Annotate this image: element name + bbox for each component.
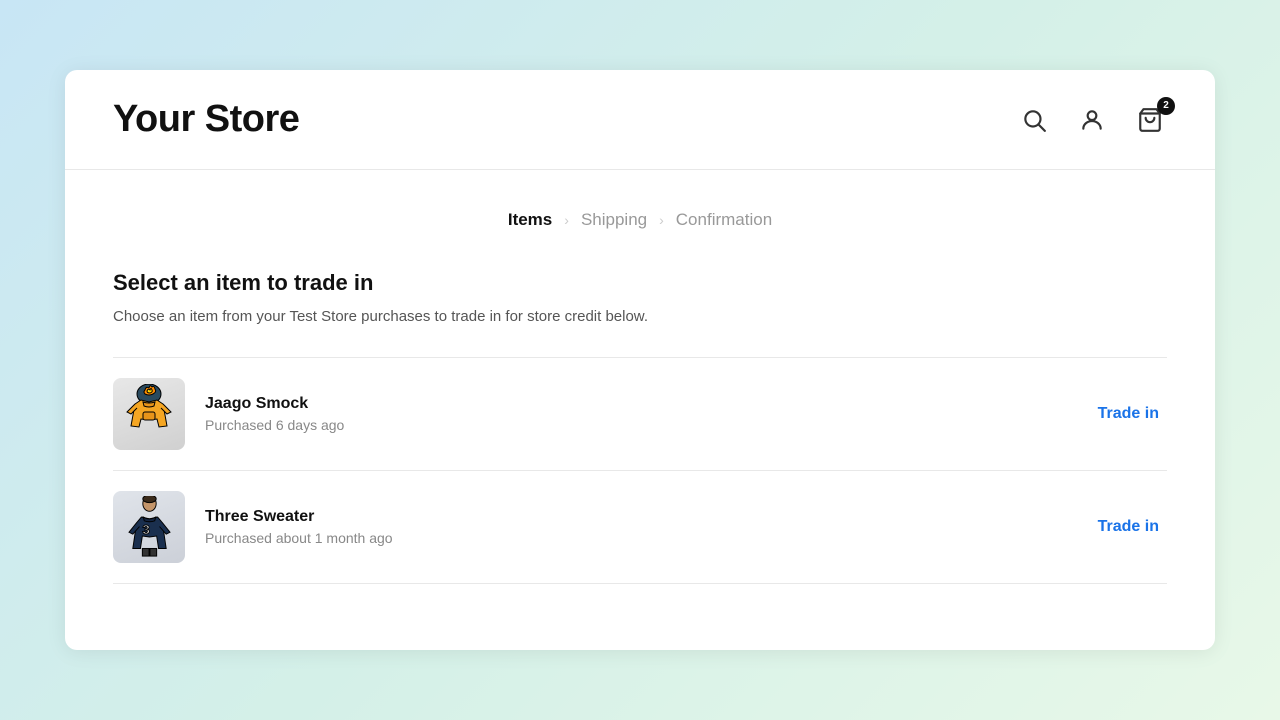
list-item: 3 Three Sweater Purch — [113, 471, 1167, 584]
trade-in-button-jaago[interactable]: Trade in — [1090, 401, 1167, 427]
sweater-illustration: 3 — [122, 496, 177, 558]
product-date-jaago: Purchased 6 days ago — [205, 417, 1070, 433]
search-icon — [1021, 107, 1047, 133]
chevron-2-icon: › — [659, 212, 664, 228]
account-button[interactable] — [1075, 103, 1109, 137]
step-items: Items — [508, 210, 552, 230]
product-info-jaago: Jaago Smock Purchased 6 days ago — [205, 395, 1070, 433]
step-confirmation: Confirmation — [676, 210, 772, 230]
section-title: Select an item to trade in — [113, 270, 1167, 296]
product-image-jaago — [113, 378, 185, 450]
account-icon — [1079, 107, 1105, 133]
search-button[interactable] — [1017, 103, 1051, 137]
section-description: Choose an item from your Test Store purc… — [113, 306, 1167, 329]
main-content: Items › Shipping › Confirmation Select a… — [65, 170, 1215, 624]
hoodie-illustration — [119, 384, 179, 444]
page-wrapper: Your Store — [0, 0, 1280, 720]
store-card: Your Store — [65, 70, 1215, 650]
svg-text:3: 3 — [142, 522, 149, 537]
product-image-sweater: 3 — [113, 491, 185, 563]
cart-button[interactable]: 2 — [1133, 103, 1167, 137]
product-info-sweater: Three Sweater Purchased about 1 month ag… — [205, 508, 1070, 546]
trade-in-button-sweater[interactable]: Trade in — [1090, 514, 1167, 540]
product-name-sweater: Three Sweater — [205, 508, 1070, 526]
list-item: Jaago Smock Purchased 6 days ago Trade i… — [113, 358, 1167, 471]
product-list: Jaago Smock Purchased 6 days ago Trade i… — [113, 358, 1167, 584]
chevron-1-icon: › — [564, 212, 569, 228]
product-date-sweater: Purchased about 1 month ago — [205, 530, 1070, 546]
step-shipping: Shipping — [581, 210, 647, 230]
product-name-jaago: Jaago Smock — [205, 395, 1070, 413]
header-icons: 2 — [1017, 103, 1167, 137]
steps-breadcrumb: Items › Shipping › Confirmation — [113, 210, 1167, 230]
cart-badge: 2 — [1157, 97, 1175, 115]
header: Your Store — [65, 70, 1215, 170]
store-title: Your Store — [113, 98, 299, 141]
